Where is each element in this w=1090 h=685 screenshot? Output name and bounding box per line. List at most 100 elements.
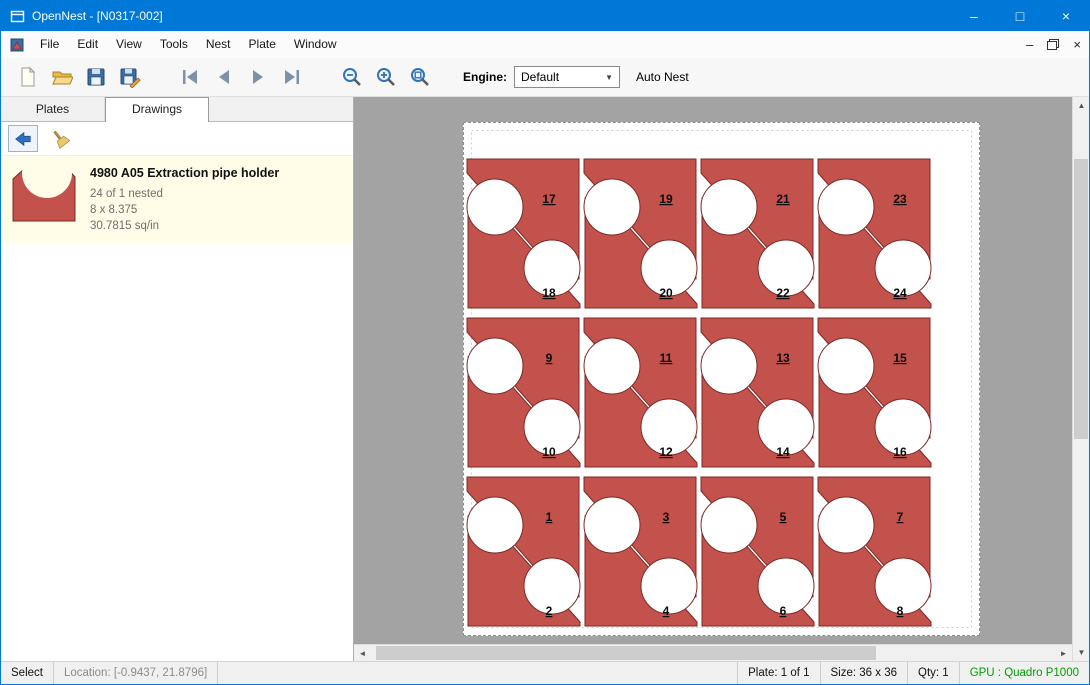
- last-plate-button[interactable]: [275, 62, 309, 92]
- drawing-dimensions: 8 x 8.375: [90, 202, 279, 218]
- new-button[interactable]: [11, 62, 45, 92]
- open-button[interactable]: [45, 62, 79, 92]
- zoom-fit-icon: [409, 66, 431, 88]
- engine-dropdown[interactable]: Default ▼: [514, 66, 620, 88]
- part-pair[interactable]: 1314: [701, 318, 814, 467]
- auto-nest-button[interactable]: Auto Nest: [636, 70, 689, 84]
- close-button[interactable]: ×: [1043, 1, 1089, 31]
- nest-canvas[interactable]: 171819202122232491011121314151612345678 …: [354, 97, 1072, 661]
- title-bar: OpenNest - [N0317-002] – □ ×: [1, 1, 1089, 31]
- parts-panel: Plates Drawings 4980 A05 Extraction pipe…: [1, 97, 354, 661]
- scroll-left-icon[interactable]: ◄: [354, 645, 371, 661]
- part-pair[interactable]: 21 22: [701, 159, 814, 308]
- zoom-out-button[interactable]: [335, 62, 369, 92]
- part-pair[interactable]: 1920: [584, 159, 697, 308]
- part-number: 10: [542, 445, 556, 459]
- status-gpu: GPU : Quadro P1000: [959, 662, 1089, 684]
- part-number: 22: [776, 286, 790, 300]
- part-pair[interactable]: 56: [701, 477, 814, 626]
- menu-bar: File Edit View Tools Nest Plate Window –…: [1, 31, 1089, 58]
- menu-plate[interactable]: Plate: [240, 31, 285, 58]
- save-edit-button[interactable]: [113, 62, 147, 92]
- vertical-scroll-thumb[interactable]: [1074, 159, 1088, 439]
- status-qty: Qty: 1: [907, 662, 959, 684]
- status-plate: Plate: 1 of 1: [737, 662, 819, 684]
- part-number: 23: [893, 192, 907, 206]
- save-icon: [85, 66, 107, 88]
- part-pair[interactable]: 9 10: [467, 318, 580, 467]
- mdi-restore-button[interactable]: [1047, 39, 1059, 50]
- engine-label: Engine:: [463, 70, 507, 84]
- horizontal-scroll-thumb[interactable]: [376, 646, 876, 660]
- part-number: 2: [546, 604, 553, 618]
- menu-edit[interactable]: Edit: [68, 31, 107, 58]
- clean-button[interactable]: [45, 125, 75, 152]
- part-number: 9: [546, 351, 553, 365]
- part-pair[interactable]: 1112: [584, 318, 697, 467]
- part-number: 20: [659, 286, 673, 300]
- document-icon: [9, 37, 25, 53]
- horizontal-scrollbar[interactable]: ◄ ►: [354, 644, 1072, 661]
- tab-drawings[interactable]: Drawings: [105, 97, 209, 122]
- part-number: 16: [893, 445, 907, 459]
- window-title: OpenNest - [N0317-002]: [32, 9, 951, 23]
- zoom-out-icon: [341, 66, 363, 88]
- part-thumbnail-icon: [11, 165, 77, 234]
- part-number: 6: [780, 604, 787, 618]
- main-toolbar: Engine: Default ▼ Auto Nest: [1, 58, 1089, 97]
- scroll-up-icon[interactable]: ▲: [1073, 97, 1090, 114]
- part-number: 12: [659, 445, 673, 459]
- vertical-scrollbar[interactable]: ▲ ▼: [1072, 97, 1089, 661]
- part-pair[interactable]: 1516: [818, 318, 931, 467]
- zoom-in-button[interactable]: [369, 62, 403, 92]
- panel-tabs: Plates Drawings: [1, 97, 353, 122]
- part-number: 17: [542, 192, 556, 206]
- minimize-button[interactable]: –: [951, 1, 997, 31]
- status-bar: Select Location: [-0.9437, 21.8796] Plat…: [1, 661, 1089, 684]
- menu-nest[interactable]: Nest: [197, 31, 240, 58]
- first-plate-button[interactable]: [173, 62, 207, 92]
- part-pair[interactable]: 1718: [467, 159, 580, 308]
- part-pair[interactable]: 12: [467, 477, 580, 626]
- save-edit-icon: [119, 66, 141, 88]
- menu-window[interactable]: Window: [285, 31, 346, 58]
- part-number: 21: [776, 192, 790, 206]
- nested-parts-view[interactable]: 171819202122232491011121314151612345678: [464, 123, 979, 635]
- plate-sheet[interactable]: 171819202122232491011121314151612345678: [463, 122, 980, 636]
- part-number: 1: [546, 510, 553, 524]
- drawing-list-item[interactable]: 4980 A05 Extraction pipe holder 24 of 1 …: [1, 156, 353, 243]
- part-number: 13: [776, 351, 790, 365]
- back-arrow-icon: [13, 129, 33, 149]
- part-number: 24: [893, 286, 907, 300]
- menu-view[interactable]: View: [107, 31, 151, 58]
- mdi-close-button[interactable]: ×: [1073, 37, 1081, 52]
- scroll-right-icon[interactable]: ►: [1055, 645, 1072, 661]
- part-number: 5: [780, 510, 787, 524]
- back-button[interactable]: [8, 125, 38, 152]
- part-pair[interactable]: 23 24: [818, 159, 931, 308]
- next-plate-button[interactable]: [241, 62, 275, 92]
- open-folder-icon: [51, 66, 73, 88]
- drawing-item-info: 4980 A05 Extraction pipe holder 24 of 1 …: [90, 165, 279, 234]
- scroll-down-icon[interactable]: ▼: [1073, 644, 1090, 661]
- mdi-minimize-button[interactable]: –: [1026, 37, 1033, 52]
- go-last-icon: [281, 66, 303, 88]
- app-window-icon: [10, 9, 25, 24]
- drawing-title: 4980 A05 Extraction pipe holder: [90, 166, 279, 180]
- zoom-fit-button[interactable]: [403, 62, 437, 92]
- part-number: 8: [897, 604, 904, 618]
- content-area: Plates Drawings 4980 A05 Extraction pipe…: [1, 97, 1089, 661]
- save-button[interactable]: [79, 62, 113, 92]
- menu-tools[interactable]: Tools: [151, 31, 197, 58]
- part-pair[interactable]: 78: [818, 477, 931, 626]
- broom-icon: [50, 129, 70, 149]
- go-next-icon: [247, 66, 269, 88]
- menu-file[interactable]: File: [31, 31, 68, 58]
- part-number: 4: [663, 604, 670, 618]
- maximize-button[interactable]: □: [997, 1, 1043, 31]
- tab-plates[interactable]: Plates: [1, 97, 105, 121]
- app-window: OpenNest - [N0317-002] – □ × File Edit V…: [0, 0, 1090, 685]
- previous-plate-button[interactable]: [207, 62, 241, 92]
- part-number: 19: [659, 192, 673, 206]
- part-pair[interactable]: 34: [584, 477, 697, 626]
